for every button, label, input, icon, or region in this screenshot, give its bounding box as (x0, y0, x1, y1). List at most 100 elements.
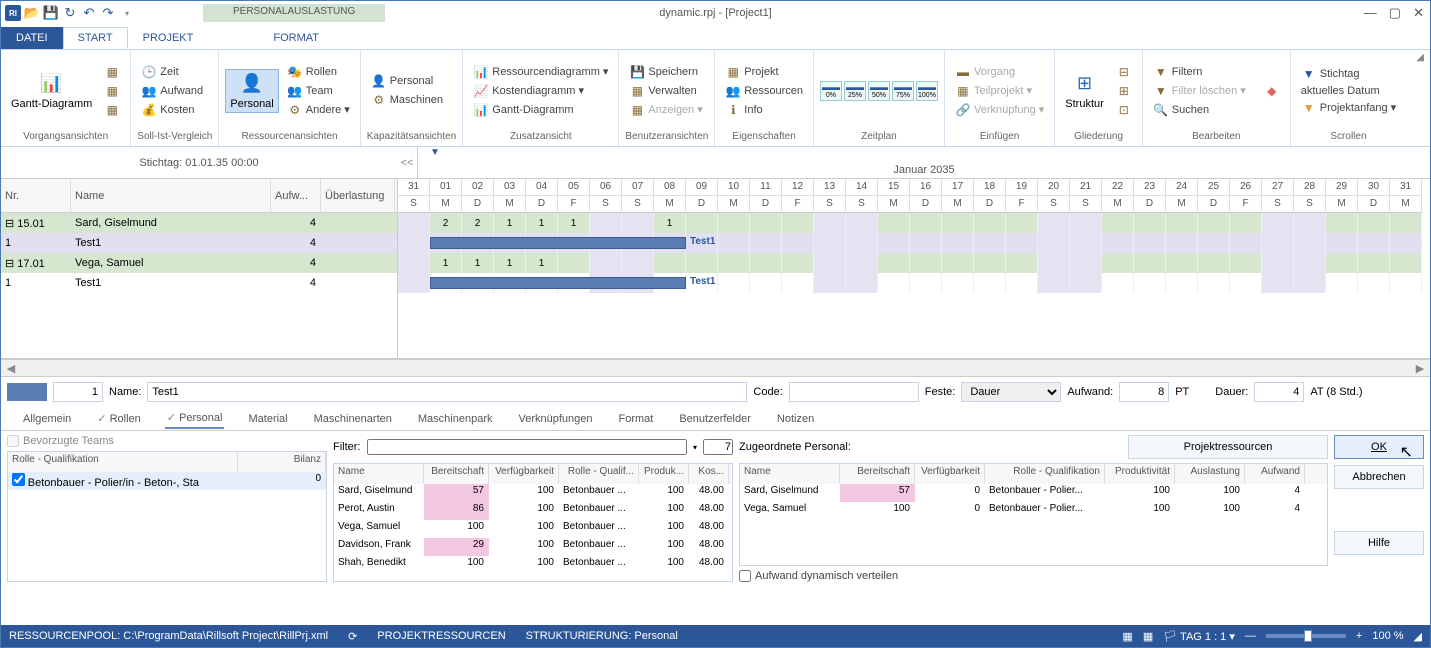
status-icon2[interactable]: ▦ (1143, 630, 1153, 643)
tab-rollen[interactable]: Rollen (95, 409, 142, 428)
task-num-input[interactable] (53, 382, 103, 402)
task-form: Name: Code: Feste: Dauer Aufwand: PT Dau… (1, 377, 1430, 407)
tab-format[interactable]: Format (617, 410, 656, 428)
kap-maschinen[interactable]: ⚙Maschinen (367, 91, 447, 109)
projektanfang[interactable]: ▼Projektanfang▾ (1297, 99, 1400, 117)
status-pool: RESSOURCENPOOL: C:\ProgramData\Rillsoft … (9, 630, 328, 642)
tab-allgemein[interactable]: Allgemein (21, 410, 73, 428)
month-label: Januar 2035 (417, 147, 1430, 178)
dauer-input[interactable] (1254, 382, 1304, 402)
lower-panels: Bevorzugte Teams Rolle - QualifikationBi… (1, 431, 1430, 586)
status-icon[interactable]: ▦ (1122, 630, 1132, 643)
vorgang-insert: ▬Vorgang (951, 63, 1048, 81)
soll-kosten[interactable]: 💰Kosten (137, 101, 207, 119)
code-input[interactable] (789, 382, 919, 402)
window-title: dynamic.rpj - [Project1] (659, 7, 771, 19)
scroll-left-icon[interactable]: ◀ (3, 362, 19, 375)
stichtag-scroll[interactable]: ▼Stichtag (1297, 65, 1400, 83)
refresh-status-icon[interactable]: ⟳ (348, 630, 357, 643)
filter-loeschen: ▼Filter löschen▾ (1149, 82, 1250, 100)
projektressourcen-button[interactable]: Projektressourcen (1128, 435, 1328, 459)
close-icon[interactable]: ✕ (1413, 5, 1424, 21)
tab-material[interactable]: Material (246, 410, 289, 428)
collapse-left-icon[interactable]: << (397, 157, 417, 169)
anzeigen-button: ▦Anzeigen▾ (625, 101, 706, 119)
tab-verknuepfungen[interactable]: Verknüpfungen (516, 410, 594, 428)
context-tab[interactable]: PERSONALAUSLASTUNG (203, 4, 385, 22)
verknuepfung-insert: 🔗Verknüpfung▾ (951, 101, 1048, 119)
status-strukt: STRUKTURIERUNG: Personal (526, 630, 678, 642)
zoom-out-icon[interactable]: — (1245, 630, 1256, 642)
filter-count[interactable] (703, 439, 733, 455)
tab-maschinenpark[interactable]: Maschinenpark (416, 410, 495, 428)
tab-datei[interactable]: DATEI (1, 27, 63, 49)
zoom-in-icon[interactable]: + (1356, 630, 1362, 642)
verwalten-button[interactable]: ▦Verwalten (625, 82, 706, 100)
soll-zeit[interactable]: 🕒Zeit (137, 63, 207, 81)
qat-dropdown-icon[interactable]: ▾ (119, 5, 135, 21)
status-bar: RESSOURCENPOOL: C:\ProgramData\Rillsoft … (1, 625, 1430, 647)
task-name-input[interactable] (147, 382, 747, 402)
vorgang-view-1[interactable]: ▦ (100, 63, 124, 81)
feste-select[interactable]: Dauer (961, 382, 1061, 402)
struktur-button[interactable]: ⊞Struktur (1061, 70, 1108, 112)
filter-input[interactable] (367, 439, 687, 455)
tab-personal[interactable]: Personal (165, 408, 225, 429)
assigned-grid[interactable]: NameBereitschaftVerfügbarkeitRolle - Qua… (739, 463, 1328, 566)
ribbon-collapse-icon[interactable]: ◢ (1416, 52, 1424, 63)
rollen-button[interactable]: 🎭Rollen (283, 63, 354, 81)
team-button[interactable]: 👥Team (283, 82, 354, 100)
cursor-icon: ↖ (1400, 442, 1413, 462)
scroll-right-icon[interactable]: ▶ (1412, 362, 1428, 375)
zoom-buttons[interactable]: ▬▬0%▬▬25%▬▬50%▬▬75%▬▬100% (820, 81, 938, 101)
ok-button[interactable]: OK↖ (1334, 435, 1424, 459)
info-button[interactable]: ℹInfo (721, 101, 807, 119)
bevorzugte-teams-check: Bevorzugte Teams (7, 435, 327, 447)
zusatz-gantt[interactable]: 📊Gantt-Diagramm (469, 101, 612, 119)
vorgang-view-3[interactable]: ▦ (100, 101, 124, 119)
resize-icon[interactable]: ◢ (1414, 630, 1422, 643)
maximize-icon[interactable]: ▢ (1389, 5, 1401, 21)
tab-start[interactable]: START (63, 27, 128, 49)
minimize-icon[interactable]: — (1364, 5, 1377, 21)
task-color[interactable] (7, 383, 47, 401)
title-bar: RI 📂 💾 ↻ ↶ ↷ ▾ PERSONALAUSLASTUNG dynami… (1, 1, 1430, 25)
abbrechen-button[interactable]: Abbrechen (1334, 465, 1424, 489)
undo-icon[interactable]: ↶ (81, 5, 97, 21)
redo-icon[interactable]: ↷ (100, 5, 116, 21)
teilprojekt-insert: ▦Teilprojekt▾ (951, 82, 1048, 100)
aufwand-dyn-check[interactable]: Aufwand dynamisch verteilen (739, 570, 1328, 582)
kostendiagramm[interactable]: 📈Kostendiagramm▾ (469, 82, 612, 100)
h-scrollbar[interactable]: ◀ ▶ (1, 359, 1430, 377)
resource-grid: Nr. Name Aufw... Überlastung ⊟ 15.01Sard… (1, 179, 397, 358)
refresh-icon[interactable]: ↻ (62, 5, 78, 21)
personal-button[interactable]: 👤Personal (225, 69, 278, 113)
timeline[interactable]: 31S01M02D03M04D05F06S07S08M09D10M11D12F1… (397, 179, 1430, 358)
suchen-button[interactable]: 🔍Suchen (1149, 101, 1250, 119)
ressourcendiagramm[interactable]: 📊Ressourcendiagramm▾ (469, 63, 612, 81)
status-proj: PROJEKTRESSOURCEN (377, 630, 505, 642)
soll-aufwand[interactable]: 👥Aufwand (137, 82, 207, 100)
vorgang-view-2[interactable]: ▦ (100, 82, 124, 100)
gantt-diagramm-button[interactable]: 📊Gantt-Diagramm (7, 70, 96, 112)
tab-format[interactable]: FORMAT (258, 27, 334, 49)
open-icon[interactable]: 📂 (24, 5, 40, 21)
filtern-button[interactable]: ▼Filtern (1149, 63, 1250, 81)
available-grid[interactable]: NameBereitschaftVerfügbarkeitRolle - Qua… (333, 463, 733, 582)
tab-projekt[interactable]: PROJEKT (128, 27, 209, 49)
grid-area: Nr. Name Aufw... Überlastung ⊟ 15.01Sard… (1, 179, 1430, 359)
aufwand-input[interactable] (1119, 382, 1169, 402)
tab-notizen[interactable]: Notizen (775, 410, 816, 428)
detail-tabs: Allgemein Rollen Personal Material Masch… (1, 407, 1430, 431)
ressourcen-props[interactable]: 👥Ressourcen (721, 82, 807, 100)
hilfe-button[interactable]: Hilfe (1334, 531, 1424, 555)
kap-personal[interactable]: 👤Personal (367, 72, 447, 90)
andere-button[interactable]: ⚙Andere▾ (283, 101, 354, 119)
rolle-grid[interactable]: Rolle - QualifikationBilanz Betonbauer -… (7, 451, 327, 582)
aktuelles-datum[interactable]: aktuelles Datum (1297, 84, 1400, 98)
projekt-props[interactable]: ▦Projekt (721, 63, 807, 81)
tab-maschinenarten[interactable]: Maschinenarten (312, 410, 394, 428)
save-icon[interactable]: 💾 (43, 5, 59, 21)
tab-benutzerfelder[interactable]: Benutzerfelder (677, 410, 753, 428)
speichern-button[interactable]: 💾Speichern (625, 63, 706, 81)
